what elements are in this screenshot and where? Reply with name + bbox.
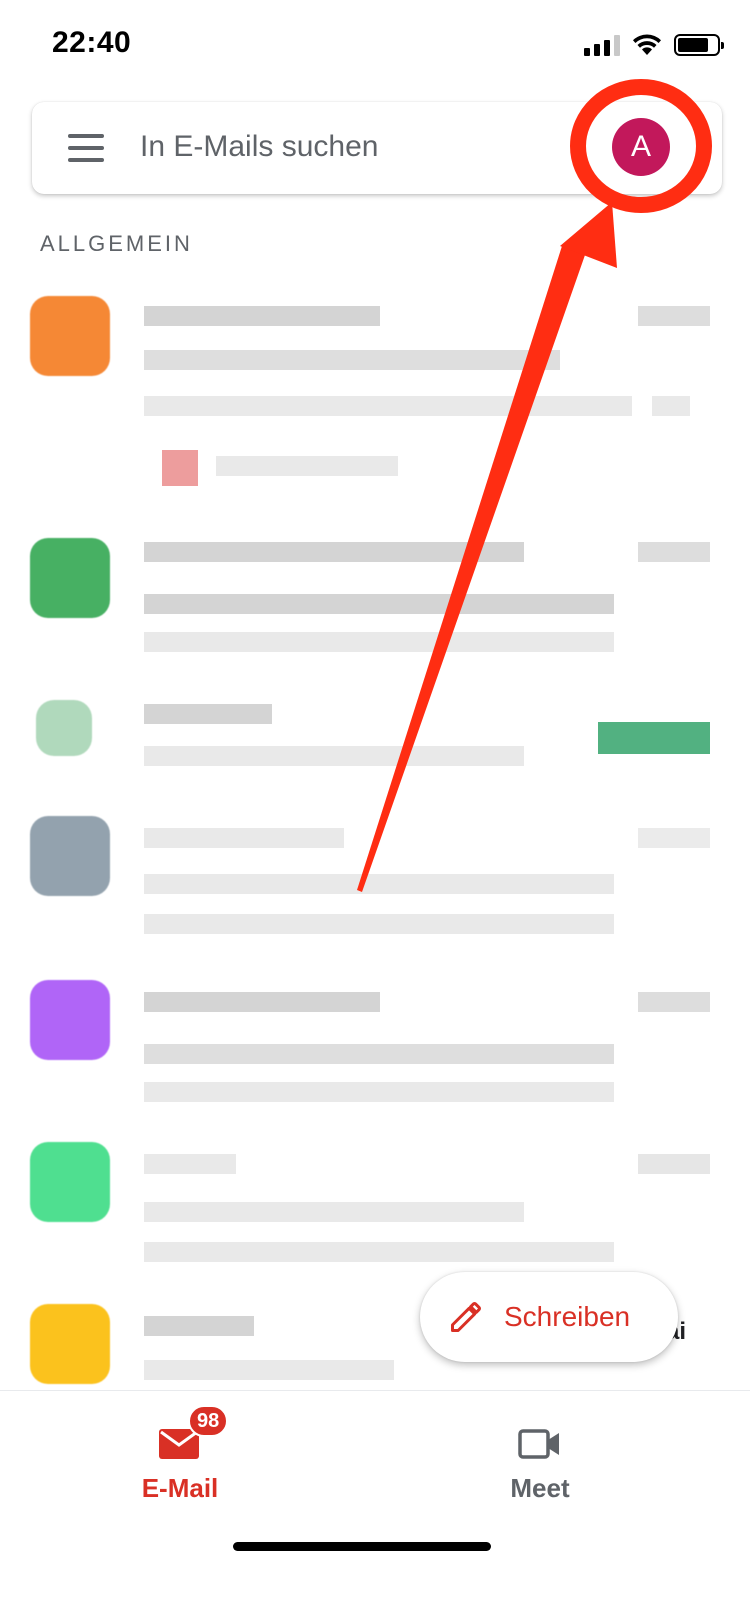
- highlight-arrowhead: [560, 202, 617, 268]
- list-item[interactable]: [0, 688, 750, 788]
- search-input[interactable]: In E-Mails suchen: [140, 130, 378, 164]
- sender-avatar: [30, 980, 110, 1060]
- section-label: ALLGEMEIN: [40, 231, 193, 256]
- sender-avatar: [30, 1304, 110, 1384]
- list-item[interactable]: [0, 528, 750, 658]
- nav-label-meet: Meet: [510, 1473, 570, 1503]
- sender-avatar: [30, 816, 110, 896]
- unread-count-badge: 98: [188, 1405, 229, 1437]
- sender-avatar: [30, 538, 110, 618]
- status-bar: 22:40: [0, 0, 750, 90]
- nav-label-mail: E-Mail: [141, 1473, 219, 1503]
- cellular-signal-icon: [584, 34, 620, 56]
- sender-avatar: [30, 1142, 110, 1222]
- compose-button[interactable]: Schreiben: [420, 1272, 678, 1362]
- list-item[interactable]: [0, 810, 750, 940]
- envelope-icon: 98: [158, 1405, 229, 1461]
- sender-avatar: [30, 296, 110, 376]
- list-item[interactable]: [0, 980, 750, 1110]
- list-item[interactable]: [0, 288, 750, 498]
- menu-icon[interactable]: [68, 134, 104, 162]
- bottom-navigation: 98 E-Mail Meet: [0, 1390, 750, 1624]
- status-icons: [584, 30, 724, 60]
- list-item[interactable]: [0, 1142, 750, 1272]
- nav-tab-mail[interactable]: 98 E-Mail: [80, 1405, 280, 1504]
- battery-icon: [674, 34, 724, 56]
- nav-tab-meet[interactable]: Meet: [440, 1405, 640, 1504]
- pencil-icon: [448, 1299, 484, 1335]
- mail-list: [0, 270, 750, 1390]
- home-indicator: [233, 1542, 491, 1551]
- wifi-icon: [633, 34, 661, 55]
- account-avatar-button[interactable]: A: [612, 118, 670, 176]
- status-time: 22:40: [52, 26, 132, 59]
- label-tag: [598, 722, 710, 754]
- sender-avatar: [36, 700, 92, 756]
- video-camera-icon: [518, 1405, 562, 1461]
- compose-label: Schreiben: [504, 1301, 631, 1332]
